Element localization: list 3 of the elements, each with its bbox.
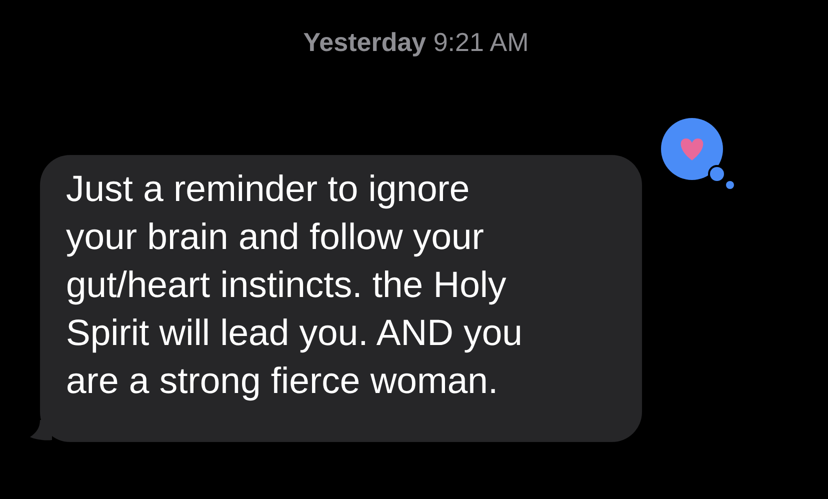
bubble-tail xyxy=(30,420,52,442)
message-bubble: Just a reminder to ignore your brain and follow your gut/heart instincts. the Holy Spirit will lead you. AND you are a strong fierce woman. xyxy=(40,155,642,442)
timestamp: Yesterday 9:21 AM xyxy=(303,26,529,58)
